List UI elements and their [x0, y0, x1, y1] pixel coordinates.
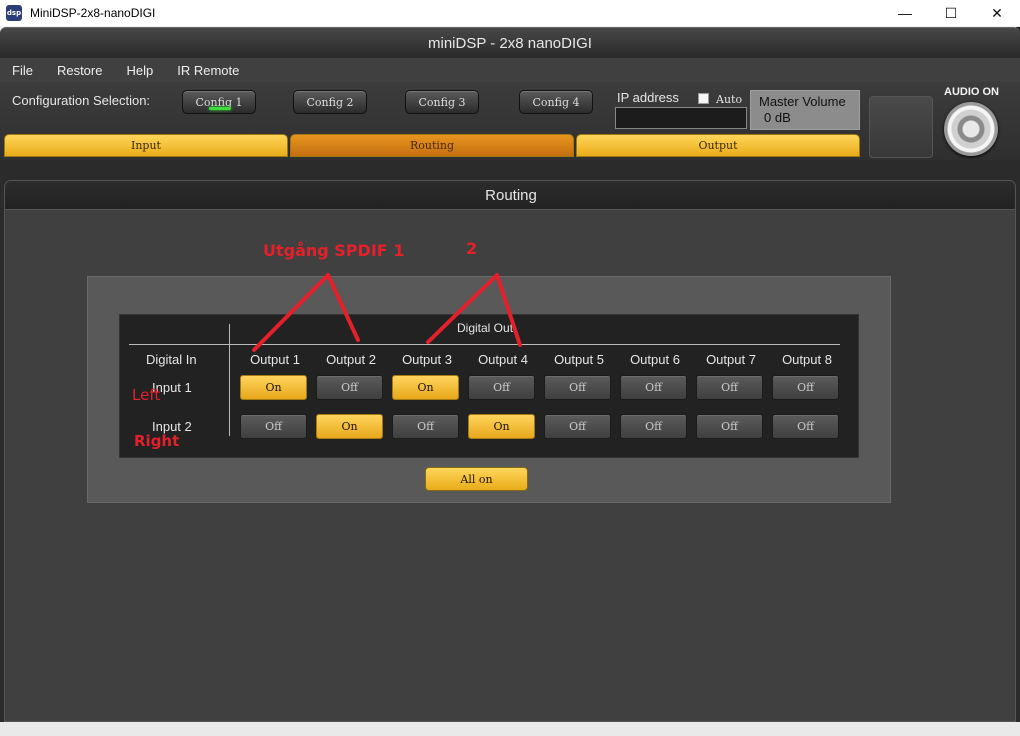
output-6-label: Output 6 — [630, 352, 680, 367]
annotation-right: Right — [134, 432, 180, 450]
config-selection-label: Configuration Selection: — [12, 93, 151, 108]
master-volume-value: 0 dB — [764, 110, 791, 125]
route-in1-out2-toggle[interactable]: Off — [316, 375, 383, 400]
route-in1-out3-toggle[interactable]: On — [392, 375, 459, 400]
window-bottom-edge — [0, 722, 1020, 736]
maximize-button[interactable]: ☐ — [928, 0, 974, 26]
minidsp-app-icon: dsp — [6, 5, 22, 21]
tab-output[interactable]: Output — [576, 134, 860, 157]
output-5-label: Output 5 — [554, 352, 604, 367]
route-in2-out8-toggle[interactable]: Off — [772, 414, 839, 439]
app-title-bar: miniDSP - 2x8 nanoDIGI — [0, 27, 1020, 58]
speaker-icon[interactable] — [944, 102, 998, 156]
tab-routing[interactable]: Routing — [290, 134, 574, 157]
tab-routing-label: Routing — [409, 139, 455, 152]
tab-output-label: Output — [698, 139, 738, 152]
active-config-led-icon — [209, 107, 231, 110]
annotation-left: Left — [132, 386, 161, 404]
menubar: File Restore Help IR Remote — [0, 58, 1020, 82]
tab-input-label: Input — [131, 139, 161, 152]
route-in1-out1-toggle[interactable]: On — [240, 375, 307, 400]
auto-label: Auto — [716, 93, 743, 106]
menu-ir-remote[interactable]: IR Remote — [177, 63, 239, 78]
route-in2-out6-toggle[interactable]: Off — [620, 414, 687, 439]
config-4-label: Config 4 — [532, 95, 580, 109]
master-volume-panel[interactable]: Master Volume 0 dB — [750, 90, 860, 130]
route-in1-out5-toggle[interactable]: Off — [544, 375, 611, 400]
all-on-button[interactable]: All on — [425, 467, 528, 491]
menu-file[interactable]: File — [12, 63, 33, 78]
close-button[interactable]: ✕ — [974, 0, 1020, 26]
minimize-button[interactable]: — — [882, 0, 928, 26]
output-7-label: Output 7 — [706, 352, 756, 367]
annotation-2: 2 — [466, 239, 478, 258]
config-2-button[interactable]: Config 2 — [293, 90, 367, 114]
app-window: dsp MiniDSP-2x8-nanoDIGI — ☐ ✕ miniDSP -… — [0, 0, 1020, 736]
status-display — [869, 96, 933, 158]
auto-checkbox[interactable] — [698, 93, 709, 104]
route-in2-out4-toggle[interactable]: On — [468, 414, 535, 439]
route-in1-out4-toggle[interactable]: Off — [468, 375, 535, 400]
panel-title: Routing — [485, 186, 537, 204]
config-2-label: Config 2 — [306, 95, 354, 109]
route-in2-out1-toggle[interactable]: Off — [240, 414, 307, 439]
output-8-label: Output 8 — [782, 352, 832, 367]
config-4-button[interactable]: Config 4 — [519, 90, 593, 114]
config-3-button[interactable]: Config 3 — [405, 90, 479, 114]
digital-in-label: Digital In — [146, 352, 197, 367]
output-4-label: Output 4 — [478, 352, 528, 367]
matrix-column-divider — [229, 324, 230, 436]
window-title: MiniDSP-2x8-nanoDIGI — [30, 6, 156, 20]
route-in2-out7-toggle[interactable]: Off — [696, 414, 763, 439]
config-3-label: Config 3 — [418, 95, 466, 109]
output-1-label: Output 1 — [250, 352, 300, 367]
route-in2-out5-toggle[interactable]: Off — [544, 414, 611, 439]
app-title: miniDSP - 2x8 nanoDIGI — [428, 34, 592, 52]
digital-out-label: Digital Out — [457, 321, 514, 335]
master-volume-label: Master Volume — [759, 94, 846, 109]
ip-address-input[interactable] — [615, 107, 747, 129]
config-1-button[interactable]: Config 1 — [182, 90, 256, 114]
output-3-label: Output 3 — [402, 352, 452, 367]
route-in2-out2-toggle[interactable]: On — [316, 414, 383, 439]
annotation-spdif1: Utgång SPDIF 1 — [263, 241, 405, 260]
window-controls: — ☐ ✕ — [882, 0, 1020, 26]
output-2-label: Output 2 — [326, 352, 376, 367]
tab-input[interactable]: Input — [4, 134, 288, 157]
all-on-label: All on — [460, 472, 493, 486]
route-in1-out6-toggle[interactable]: Off — [620, 375, 687, 400]
route-in2-out3-toggle[interactable]: Off — [392, 414, 459, 439]
menu-restore[interactable]: Restore — [57, 63, 103, 78]
matrix-header-divider — [129, 344, 840, 345]
window-titlebar: dsp MiniDSP-2x8-nanoDIGI — ☐ ✕ — [0, 0, 1020, 26]
route-in1-out8-toggle[interactable]: Off — [772, 375, 839, 400]
ip-address-label: IP address — [617, 90, 679, 105]
audio-on-label: AUDIO ON — [944, 86, 999, 98]
route-in1-out7-toggle[interactable]: Off — [696, 375, 763, 400]
panel-header: Routing — [5, 181, 1015, 210]
menu-help[interactable]: Help — [126, 63, 153, 78]
